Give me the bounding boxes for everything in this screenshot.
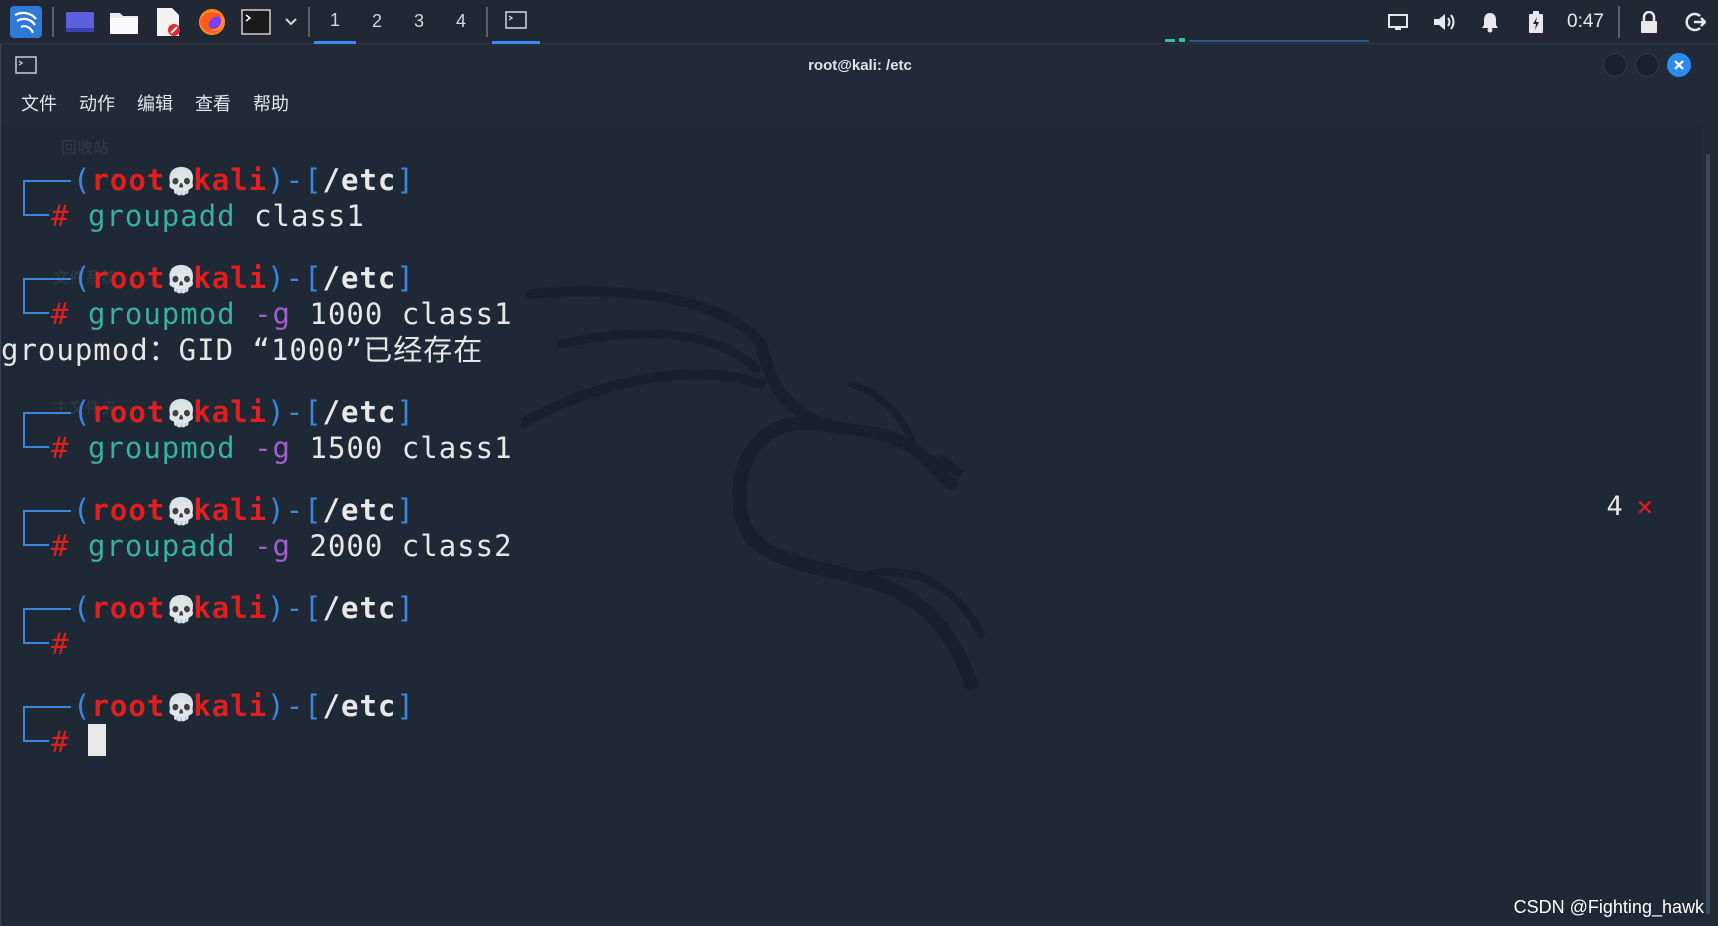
command-line: # groupmod -g 1000 class1 <box>51 297 513 331</box>
show-desktop-icon[interactable] <box>63 5 97 39</box>
prompt-block: (root💀kali)-[/etc] # <box>15 590 513 662</box>
scrollbar[interactable] <box>1706 154 1710 914</box>
prompt-block: (root💀kali)-[/etc] # groupmod -g 1500 cl… <box>15 394 513 466</box>
taskbar-separator <box>52 6 54 37</box>
command-output: groupmod：GID “1000”已经存在 <box>1 333 484 367</box>
taskbar-separator <box>308 6 310 37</box>
command-line: # <box>51 627 70 661</box>
skull-icon: 💀 <box>165 399 199 429</box>
menu-view[interactable]: 查看 <box>195 90 231 116</box>
menu-help[interactable]: 帮助 <box>253 90 289 116</box>
prompt-line: (root💀kali)-[/etc] <box>15 688 513 724</box>
exit-status: 4 ✕ <box>1606 491 1653 522</box>
csdn-watermark: CSDN @Fighting_hawk <box>1513 897 1704 917</box>
battery-icon[interactable] <box>1519 5 1553 39</box>
workspace-3[interactable]: 3 <box>398 0 440 44</box>
close-icon <box>1674 60 1684 70</box>
prompt-line: (root💀kali)-[/etc] <box>15 394 513 430</box>
command-line: # groupadd class1 <box>51 199 365 233</box>
terminal-lines: (root💀kali)-[/etc] # groupadd class1 (ro… <box>1 124 513 760</box>
text-editor-icon[interactable] <box>151 5 185 39</box>
notification-bell-icon[interactable] <box>1473 5 1507 39</box>
workspace-1[interactable]: 1 <box>314 0 356 44</box>
lock-icon[interactable] <box>1632 5 1666 39</box>
menu-file[interactable]: 文件 <box>21 90 57 116</box>
maximize-button[interactable] <box>1635 53 1659 77</box>
tray-separator <box>1618 6 1620 38</box>
terminal-window: root@kali: /etc 文件 动作 编辑 查看 帮助 回收站 文件系统 … <box>0 44 1718 926</box>
error-x-icon: ✕ <box>1636 491 1653 522</box>
network-activity-graph <box>1165 38 1369 42</box>
skull-icon: 💀 <box>165 595 199 625</box>
prompt-line: (root💀kali)-[/etc] <box>15 260 513 296</box>
minimize-button[interactable] <box>1603 53 1627 77</box>
prompt-block: (root💀kali)-[/etc] # <box>15 688 513 760</box>
kali-menu-icon[interactable] <box>9 5 43 39</box>
window-titlebar[interactable]: root@kali: /etc <box>1 44 1718 86</box>
menubar: 文件 动作 编辑 查看 帮助 <box>1 86 311 120</box>
clock[interactable]: 0:47 <box>1567 11 1604 33</box>
logout-icon[interactable] <box>1678 5 1712 39</box>
terminal-launcher-icon[interactable] <box>239 5 273 39</box>
display-icon[interactable] <box>1381 5 1415 39</box>
skull-icon: 💀 <box>165 265 199 295</box>
terminal-output[interactable]: 回收站 文件系统 主文件夹 (root💀kali)-[/etc] # group… <box>1 124 1701 924</box>
command-line: # groupmod -g 1500 class1 <box>51 431 513 465</box>
command-line-active[interactable]: # <box>15 724 513 760</box>
firefox-icon[interactable] <box>195 5 229 39</box>
menu-edit[interactable]: 编辑 <box>137 90 173 116</box>
prompt-block: (root💀kali)-[/etc] # groupmod -g 1000 cl… <box>1 260 513 368</box>
workspace-2[interactable]: 2 <box>356 0 398 44</box>
prompt-line: (root💀kali)-[/etc] <box>15 590 513 626</box>
taskbar-separator <box>486 6 488 37</box>
menu-action[interactable]: 动作 <box>79 90 115 116</box>
taskbar: 1 2 3 4 0:47 <box>0 0 1718 44</box>
workspace-4[interactable]: 4 <box>440 0 482 44</box>
volume-icon[interactable] <box>1427 5 1461 39</box>
skull-icon: 💀 <box>165 497 199 527</box>
taskbar-window-terminal[interactable] <box>492 0 540 44</box>
kali-dragon-logo <box>521 286 985 691</box>
prompt-line: (root💀kali)-[/etc] <box>15 492 513 528</box>
skull-icon: 💀 <box>165 167 199 197</box>
text-cursor <box>87 724 106 756</box>
prompt-block: (root💀kali)-[/etc] # groupadd -g 2000 cl… <box>15 492 513 564</box>
prompt-block: (root💀kali)-[/etc] # groupadd class1 <box>15 162 513 234</box>
window-title: root@kali: /etc <box>808 56 912 74</box>
close-button[interactable] <box>1667 53 1691 77</box>
terminal-window-icon <box>15 56 37 78</box>
command-line: # groupadd -g 2000 class2 <box>51 529 513 563</box>
chevron-down-icon[interactable] <box>282 5 300 39</box>
prompt-line: (root💀kali)-[/etc] <box>15 162 513 198</box>
skull-icon: 💀 <box>165 693 199 723</box>
terminal-window-icon <box>505 11 527 29</box>
file-manager-icon[interactable] <box>107 5 141 39</box>
